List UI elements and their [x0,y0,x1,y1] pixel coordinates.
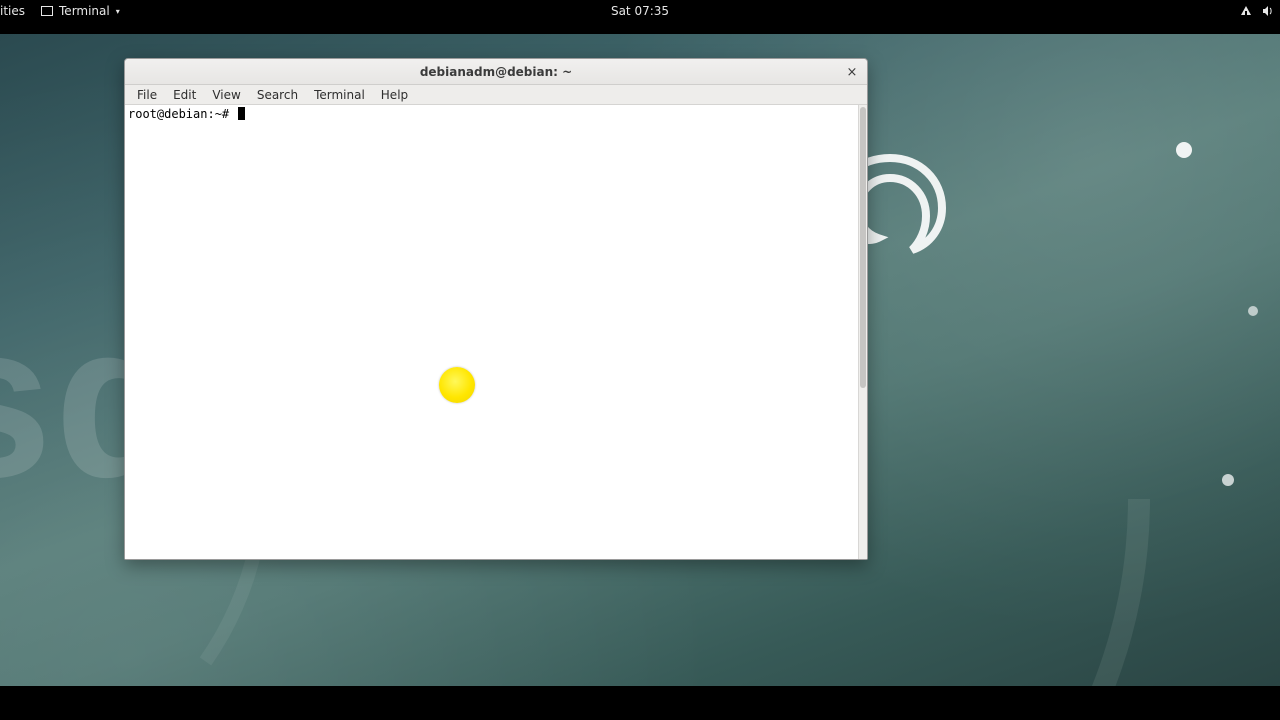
wallpaper-dot [1248,306,1258,316]
scrollbar-thumb[interactable] [860,107,866,388]
chevron-down-icon: ▾ [116,7,120,16]
clock[interactable]: Sat 07:35 [611,4,669,18]
text-cursor [238,107,245,120]
system-status-area[interactable] [1240,5,1280,17]
desktop-wallpaper: sdk-it.c debianadm@debian: ~ × File Edit… [0,34,1280,686]
terminal-window: debianadm@debian: ~ × File Edit View Sea… [124,58,868,560]
window-title: debianadm@debian: ~ [420,65,572,79]
wallpaper-dot [1176,142,1192,158]
close-icon: × [847,65,858,80]
terminal-viewport[interactable]: root@debian:~# [125,105,867,559]
active-app-menu[interactable]: Terminal ▾ [33,4,128,18]
close-button[interactable]: × [843,63,861,81]
network-icon [1240,5,1252,17]
menu-terminal[interactable]: Terminal [306,88,373,102]
shell-prompt: root@debian:~# [128,107,236,121]
menu-bar: File Edit View Search Terminal Help [125,85,867,105]
terminal-icon [41,6,53,16]
menu-file[interactable]: File [129,88,165,102]
menu-edit[interactable]: Edit [165,88,204,102]
gnome-top-bar: ities Terminal ▾ Sat 07:35 [0,0,1280,22]
menu-help[interactable]: Help [373,88,416,102]
menu-view[interactable]: View [204,88,248,102]
scrollbar[interactable] [858,105,867,559]
active-app-label: Terminal [59,4,110,18]
volume-icon [1262,5,1274,17]
menu-search[interactable]: Search [249,88,306,102]
window-titlebar[interactable]: debianadm@debian: ~ × [125,59,867,85]
wallpaper-dot [1222,474,1234,486]
activities-button[interactable]: ities [0,4,29,18]
